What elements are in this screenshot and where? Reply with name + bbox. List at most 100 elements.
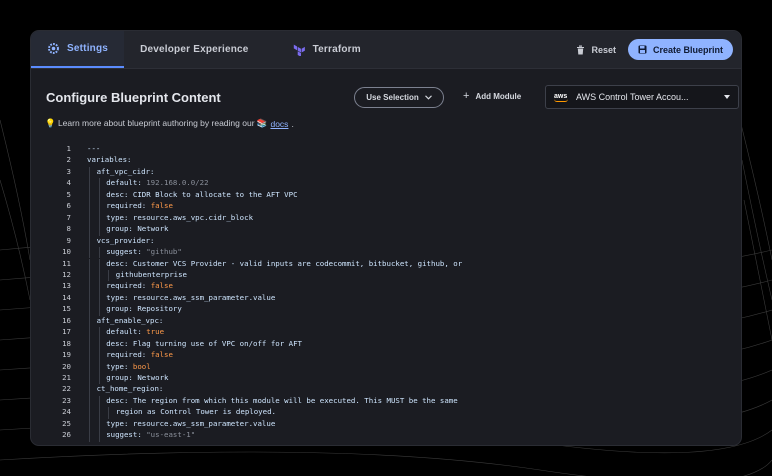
indent-guide <box>98 361 100 373</box>
indent-guide <box>98 373 100 385</box>
trash-icon <box>577 45 585 54</box>
code-text: aft_enable_vpc: <box>96 315 164 325</box>
code-text: type: resource.aws_vpc.cidr_block <box>106 212 254 222</box>
create-blueprint-button[interactable]: Create Blueprint <box>627 39 733 60</box>
indent-guide <box>98 407 100 419</box>
code-text: default: 192.168.0.0/22 <box>106 178 209 188</box>
info-text: 💡 Learn more about blueprint authoring b… <box>45 118 268 128</box>
code-line: 22 ct_home_region: <box>53 384 163 396</box>
code-line: 6 required: false <box>53 201 173 213</box>
code-editor[interactable]: 1 --- 2 variables: 3 aft_vpc_cidr: 4 default: 1… <box>53 144 733 445</box>
code-line: 15 group: Repository <box>53 304 182 316</box>
info-suffix: . <box>291 118 294 129</box>
line-number: 13 <box>62 281 71 291</box>
tab-terraform[interactable]: Terraform <box>265 31 377 68</box>
indent-guide <box>98 201 100 213</box>
code-line: 19 required: false <box>53 350 173 362</box>
indent-guide <box>98 189 100 202</box>
add-module-button[interactable]: + Add Module <box>463 90 521 102</box>
indent-guide <box>89 247 90 259</box>
indent-guide <box>98 430 100 442</box>
aws-logo: aws <box>554 92 568 102</box>
line-number: 24 <box>62 407 71 417</box>
code-text: --- <box>87 144 101 153</box>
docs-link[interactable]: docs <box>270 119 288 129</box>
indent-guide <box>89 166 90 179</box>
code-line: 23 desc: The region from which this modul… <box>53 395 458 408</box>
module-select[interactable]: aws AWS Control Tower Accou... <box>545 85 739 109</box>
tab-settings-label: Settings <box>67 43 109 54</box>
line-number: 16 <box>62 315 71 325</box>
code-line: 17 default: true <box>53 327 164 339</box>
line-number: 17 <box>62 327 71 337</box>
code-line: 16 aft_enable_vpc: <box>53 315 163 328</box>
line-number: 22 <box>62 384 71 394</box>
code-text: githubenterprise <box>115 269 187 279</box>
indent-guide <box>89 361 90 373</box>
line-number: 6 <box>66 201 71 211</box>
gear-icon <box>48 43 59 54</box>
indent-guide <box>89 235 90 248</box>
code-line: 7 type: resource.aws_vpc.cidr_block <box>53 212 253 225</box>
line-number: 3 <box>66 166 71 176</box>
indent-guide <box>98 304 100 316</box>
code-text: group: Network <box>106 373 169 382</box>
tab-developer-experience[interactable]: Developer Experience <box>124 31 265 68</box>
indent-guide <box>89 350 90 362</box>
code-text: required: false <box>106 201 173 211</box>
save-icon <box>638 45 647 54</box>
tab-settings[interactable]: Settings <box>31 31 125 68</box>
code-text: desc: The region from which this module … <box>106 395 458 405</box>
code-line: 10 suggest: "github" <box>53 247 182 259</box>
line-number: 26 <box>62 430 71 440</box>
indent-guide <box>108 407 110 419</box>
line-number: 8 <box>66 224 71 234</box>
tab-terraform-label: Terraform <box>312 44 361 55</box>
indent-guide <box>89 430 90 442</box>
line-number: 25 <box>62 418 71 428</box>
reset-button[interactable]: Reset <box>564 31 628 68</box>
line-number: 18 <box>62 338 71 348</box>
tab-developer-experience-label: Developer Experience <box>140 44 249 55</box>
code-line: 5 desc: CIDR Block to allocate to the AFT… <box>53 189 298 202</box>
line-number: 1 <box>66 144 71 153</box>
indent-guide <box>98 281 100 293</box>
code-line: 13 required: false <box>53 281 173 293</box>
line-number: 10 <box>62 247 71 257</box>
indent-guide <box>89 384 90 396</box>
editor-header: Configure Blueprint Content Use Selectio… <box>31 85 741 110</box>
code-line: 3 aft_vpc_cidr: <box>53 166 154 179</box>
code-text: group: Repository <box>106 304 182 314</box>
indent-guide <box>89 338 90 351</box>
code-text: suggest: "github" <box>106 247 182 257</box>
indent-guide <box>98 418 100 431</box>
code-line: 21 group: Network <box>53 373 168 385</box>
line-number: 12 <box>62 269 71 279</box>
indent-guide <box>89 212 90 225</box>
indent-guide <box>89 189 90 202</box>
code-line: 20 type: bool <box>53 361 151 373</box>
line-number: 7 <box>66 212 71 222</box>
code-line: 2 variables: <box>53 155 132 165</box>
indent-guide <box>98 327 100 339</box>
plus-icon: + <box>463 90 470 102</box>
caret-down-icon <box>724 95 730 99</box>
indent-guide <box>89 292 90 305</box>
line-number: 14 <box>62 292 71 302</box>
use-selection-label: Use Selection <box>366 93 419 102</box>
add-module-label: Add Module <box>475 91 522 101</box>
use-selection-dropdown[interactable]: Use Selection <box>354 87 444 108</box>
line-number: 5 <box>66 189 71 199</box>
indent-guide <box>98 178 100 190</box>
code-line: 1 --- <box>53 144 101 154</box>
page-title: Configure Blueprint Content <box>46 90 221 105</box>
indent-guide <box>108 269 110 282</box>
code-text: type: resource.aws_ssm_parameter.value <box>106 418 276 428</box>
indent-guide <box>89 281 90 293</box>
indent-guide <box>89 407 90 419</box>
indent-guide <box>89 304 90 316</box>
code-text: required: false <box>106 350 173 360</box>
code-line: 14 type: resource.aws_ssm_parameter.value <box>53 292 275 305</box>
indent-guide <box>98 212 100 225</box>
